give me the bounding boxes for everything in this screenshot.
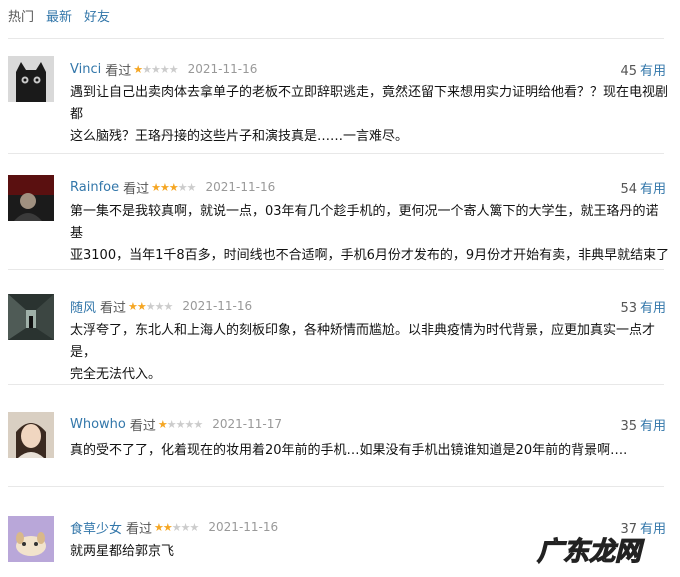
reviewer-name[interactable]: 食草少女 (70, 518, 122, 537)
review-date: 2021-11-17 (212, 417, 283, 431)
review-date: 2021-11-16 (208, 520, 279, 534)
divider (8, 269, 664, 270)
watch-status: 看过 (123, 181, 150, 197)
star-empty-icon: ★ (150, 62, 161, 76)
vote-count: 54 (620, 182, 637, 197)
star-empty-icon: ★ (180, 520, 191, 534)
star-empty-icon: ★ (163, 299, 174, 313)
star-empty-icon: ★ (159, 62, 170, 76)
star-empty-icon: ★ (177, 180, 188, 194)
review-meta: 随风 看过 ★★★★★ 2021-11-16 (70, 297, 253, 316)
useful-vote: 54 有用 (620, 178, 666, 197)
rating-stars: ★★★★★ (133, 62, 179, 76)
reviewer-name[interactable]: Vinci (70, 62, 101, 77)
star-filled-icon: ★ (159, 180, 170, 194)
watch-status: 看过 (105, 63, 132, 79)
star-empty-icon: ★ (154, 299, 165, 313)
useful-button[interactable]: 有用 (640, 301, 666, 316)
tab-latest[interactable]: 最新 (46, 6, 72, 25)
black-cat-avatar[interactable] (8, 56, 54, 102)
girl-portrait-avatar[interactable] (8, 412, 54, 458)
vote-count: 53 (620, 301, 637, 316)
useful-vote: 35 有用 (620, 415, 666, 434)
reviewer-name[interactable]: Rainfoe (70, 180, 119, 195)
review-line: 第一集不是我较真啊，就说一点，03年有几个趁手机的，更何况一个寄人篱下的大学生，… (70, 204, 659, 241)
reviewer-name[interactable]: Whowho (70, 417, 126, 432)
rating-stars: ★★★★★ (154, 520, 200, 534)
divider (8, 38, 664, 39)
review-tabs: 热门 最新 好友 (8, 6, 122, 25)
vote-count: 35 (620, 419, 637, 434)
watch-status: 看过 (100, 300, 127, 316)
corridor-silhouette-avatar[interactable] (8, 294, 54, 340)
review-line: 真的受不了了，化着现在的妆用着20年前的手机…如果没有手机出镜谁知道是20年前的… (70, 443, 628, 458)
reviewer-name[interactable]: 随风 (70, 297, 96, 316)
review-line: 完全无法代入。 (70, 367, 162, 382)
star-filled-icon: ★ (168, 180, 179, 194)
tab-hot[interactable]: 热门 (8, 6, 34, 25)
review-text: 真的受不了了，化着现在的妆用着20年前的手机…如果没有手机出镜谁知道是20年前的… (70, 440, 670, 462)
divider (8, 153, 664, 154)
star-empty-icon: ★ (145, 299, 156, 313)
review-line: 太浮夸了，东北人和上海人的刻板印象，各种矫情而尴尬。以非典疫情为时代背景，应更加… (70, 323, 656, 360)
rating-stars: ★★★★★ (151, 180, 197, 194)
review-text: 遇到让自己出卖肉体去拿单子的老板不立即辞职逃走，竟然还留下来想用实力证明给他看？… (70, 82, 670, 148)
watermark-text: 广东龙网 (537, 537, 645, 567)
review-meta: 食草少女 看过 ★★★★★ 2021-11-16 (70, 518, 279, 537)
star-empty-icon: ★ (193, 417, 203, 431)
useful-button[interactable]: 有用 (640, 64, 666, 79)
review-line: 遇到让自己出卖肉体去拿单子的老板不立即辞职逃走，竟然还留下来想用实力证明给他看？… (70, 85, 669, 122)
star-filled-icon: ★ (133, 62, 143, 76)
review-line: 这么脑残？王珞丹接的这些片子和演技真是……一言难尽。 (70, 129, 409, 144)
dark-red-figure-avatar[interactable] (8, 175, 54, 221)
star-filled-icon: ★ (157, 417, 168, 431)
star-empty-icon: ★ (189, 520, 200, 534)
watch-status: 看过 (126, 521, 153, 537)
rating-stars: ★★★★★ (128, 299, 174, 313)
review-line: 亚3100，当年1千8百多，时间线也不合适啊，手机6月份才发布的，9月份才开始有… (70, 248, 670, 263)
rating-stars: ★★★★★ (157, 417, 203, 431)
star-empty-icon: ★ (168, 62, 179, 76)
divider (8, 384, 664, 385)
star-filled-icon: ★ (136, 299, 147, 313)
review-meta: Whowho 看过 ★★★★★ 2021-11-17 (70, 415, 283, 434)
vote-count: 45 (620, 64, 637, 79)
review-date: 2021-11-16 (182, 299, 253, 313)
watch-status: 看过 (129, 418, 156, 434)
useful-vote: 53 有用 (620, 297, 666, 316)
review-date: 2021-11-16 (187, 62, 258, 76)
star-empty-icon: ★ (171, 520, 182, 534)
useful-button[interactable]: 有用 (640, 419, 666, 434)
site-watermark: 广东龙网 (535, 530, 655, 570)
star-empty-icon: ★ (142, 62, 152, 76)
dog-on-purple-avatar[interactable] (8, 516, 54, 562)
star-filled-icon: ★ (154, 520, 164, 534)
review-text: 太浮夸了，东北人和上海人的刻板印象，各种矫情而尴尬。以非典疫情为时代背景，应更加… (70, 320, 670, 386)
star-filled-icon: ★ (128, 299, 138, 313)
review-meta: Rainfoe 看过 ★★★★★ 2021-11-16 (70, 178, 276, 197)
tab-friends[interactable]: 好友 (84, 6, 110, 25)
star-filled-icon: ★ (151, 180, 161, 194)
review-text: 第一集不是我较真啊，就说一点，03年有几个趁手机的，更何况一个寄人篱下的大学生，… (70, 201, 670, 267)
star-filled-icon: ★ (162, 520, 173, 534)
review-meta: Vinci 看过 ★★★★★ 2021-11-16 (70, 60, 258, 79)
star-empty-icon: ★ (166, 417, 177, 431)
star-empty-icon: ★ (175, 417, 186, 431)
divider (8, 486, 664, 487)
useful-vote: 45 有用 (620, 60, 666, 79)
review-date: 2021-11-16 (205, 180, 276, 194)
useful-button[interactable]: 有用 (640, 182, 666, 197)
star-empty-icon: ★ (186, 180, 197, 194)
